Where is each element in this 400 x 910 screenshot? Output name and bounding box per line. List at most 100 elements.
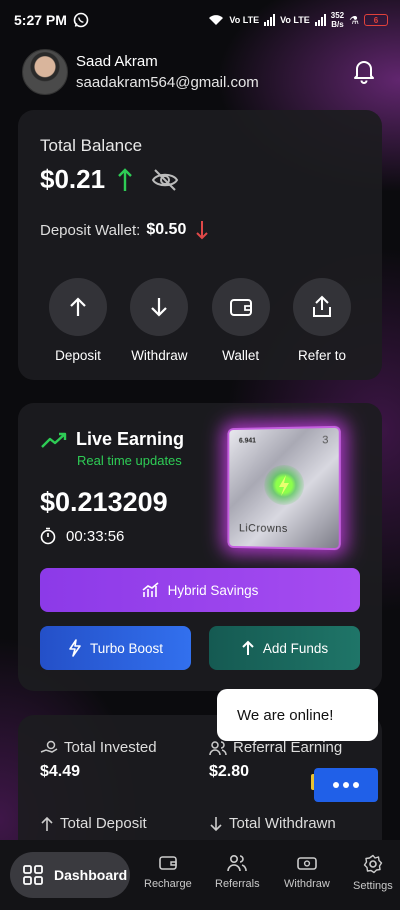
add-funds-button[interactable]: Add Funds (209, 626, 360, 670)
turbo-boost-label: Turbo Boost (89, 640, 164, 656)
wallet-icon (159, 856, 177, 870)
nft-emblem (264, 464, 305, 506)
users-icon (209, 740, 227, 755)
nav-settings[interactable]: Settings (353, 854, 393, 892)
nav-withdraw[interactable]: Withdraw (284, 854, 330, 890)
total-balance-label: Total Balance (40, 136, 143, 155)
users-icon (227, 854, 248, 872)
referral-earning-label: Referral Earning (233, 739, 343, 756)
coins-hand-icon (40, 740, 58, 753)
nft-card-image: 6.941 3 LiCrowns (227, 425, 341, 551)
chat-popup[interactable]: We are online! (217, 689, 378, 741)
eye-off-icon[interactable] (151, 168, 179, 192)
wallet-label: Wallet (222, 348, 260, 363)
net-speed-value: 352 (330, 11, 345, 20)
net-speed-unit: B/s (331, 20, 344, 29)
profile-header: Saad Akram saadakram564@gmail.com (22, 48, 382, 96)
flask-icon: ⚗ (349, 14, 359, 27)
signal-icon-2 (314, 14, 326, 26)
notification-button[interactable] (352, 58, 376, 89)
timer-icon (40, 527, 56, 545)
nav-dashboard-label: Dashboard (54, 867, 128, 883)
add-funds-label: Add Funds (262, 640, 329, 656)
arrow-up-icon (70, 297, 86, 316)
battery-indicator: 6 (364, 14, 388, 26)
withdraw-button[interactable]: Withdraw (119, 278, 199, 363)
refer-label: Refer to (297, 348, 346, 363)
total-withdrawn-label: Total Withdrawn (229, 815, 336, 832)
user-name: Saad Akram (76, 53, 158, 70)
total-deposit-stat: Total Deposit (40, 815, 147, 832)
whatsapp-icon (73, 12, 89, 28)
hybrid-savings-button[interactable]: Hybrid Savings (40, 568, 360, 612)
wallet-icon (229, 299, 252, 316)
deposit-button[interactable]: Deposit (38, 278, 118, 363)
chat-button[interactable] (314, 768, 378, 802)
chat-dot (353, 782, 359, 788)
nav-recharge-label: Recharge (144, 878, 192, 890)
nav-withdraw-label: Withdraw (284, 878, 330, 890)
total-withdrawn-stat: Total Withdrawn (209, 815, 336, 832)
arrow-down-icon (210, 816, 222, 831)
grid-icon (23, 865, 43, 885)
turbo-boost-button[interactable]: Turbo Boost (40, 626, 191, 670)
refer-circle (292, 278, 351, 336)
total-invested-stat: Total Invested (40, 739, 157, 756)
nft-number: 3 (322, 434, 329, 447)
total-balance-value: $0.21 (40, 164, 106, 194)
wallet-circle (211, 278, 270, 336)
chat-dot (343, 782, 349, 788)
deposit-circle (49, 278, 107, 336)
hybrid-savings-label: Hybrid Savings (167, 582, 259, 598)
bolt-icon (279, 474, 289, 497)
network-label-1: Vo LTE (229, 15, 260, 25)
total-invested-label: Total Invested (64, 739, 157, 756)
deposit-wallet-value: $0.50 (146, 221, 187, 238)
nft-brand: LiCrowns (238, 522, 288, 536)
user-email: saadakram564@gmail.com (76, 74, 259, 91)
cash-icon (297, 857, 317, 870)
bar-chart-icon (142, 582, 159, 597)
bottom-nav: Dashboard Recharge Referrals Withdraw Se… (0, 840, 400, 910)
nft-value: 6.941 (238, 437, 256, 445)
network-label-2: Vo LTE (280, 15, 310, 25)
withdraw-label: Withdraw (131, 348, 188, 363)
total-deposit-label: Total Deposit (60, 815, 147, 832)
nav-referrals[interactable]: Referrals (215, 854, 260, 890)
trend-up-icon (118, 167, 132, 191)
balance-card: Total Balance $0.21 Deposit Wallet: $0.5… (18, 110, 382, 380)
trending-up-icon (41, 432, 67, 448)
referral-earning-value: $2.80 (209, 763, 250, 780)
status-bar: 5:27 PM Vo LTE Vo LTE 352 B/s ⚗ 6 (0, 0, 400, 40)
nav-referrals-label: Referrals (215, 878, 260, 890)
live-earning-card: Live Earning Real time updates $0.213209… (18, 403, 382, 691)
nav-settings-label: Settings (353, 880, 393, 892)
referral-earning-stat: Referral Earning (209, 739, 342, 756)
wifi-icon (209, 15, 224, 25)
wallet-button[interactable]: Wallet (201, 278, 281, 363)
arrow-up-icon (242, 640, 254, 655)
chat-message: We are online! (237, 706, 334, 724)
refer-button[interactable]: Refer to (282, 278, 362, 363)
deposit-wallet-label: Deposit Wallet: (40, 221, 141, 239)
share-icon (312, 295, 331, 317)
live-earning-subtitle: Real time updates (77, 453, 182, 468)
chat-dot (333, 782, 339, 788)
arrow-up-icon (41, 816, 53, 831)
bell-icon (354, 61, 374, 84)
live-timer: 00:33:56 (66, 527, 125, 545)
live-earning-amount: $0.213209 (40, 487, 168, 517)
avatar[interactable] (22, 49, 68, 95)
net-speed: 352 B/s (331, 11, 344, 29)
nav-dashboard[interactable]: Dashboard (10, 852, 130, 898)
arrow-down-icon (151, 298, 168, 317)
signal-icon (264, 14, 276, 26)
total-invested-value: $4.49 (40, 763, 81, 780)
trend-down-icon (196, 221, 209, 240)
nav-recharge[interactable]: Recharge (144, 854, 192, 890)
live-earning-title: Live Earning (76, 429, 185, 449)
deposit-label: Deposit (55, 348, 101, 363)
gear-icon (363, 854, 383, 874)
quick-actions: Deposit Withdraw Wallet Refer to (38, 278, 362, 363)
status-time: 5:27 PM (14, 12, 67, 28)
